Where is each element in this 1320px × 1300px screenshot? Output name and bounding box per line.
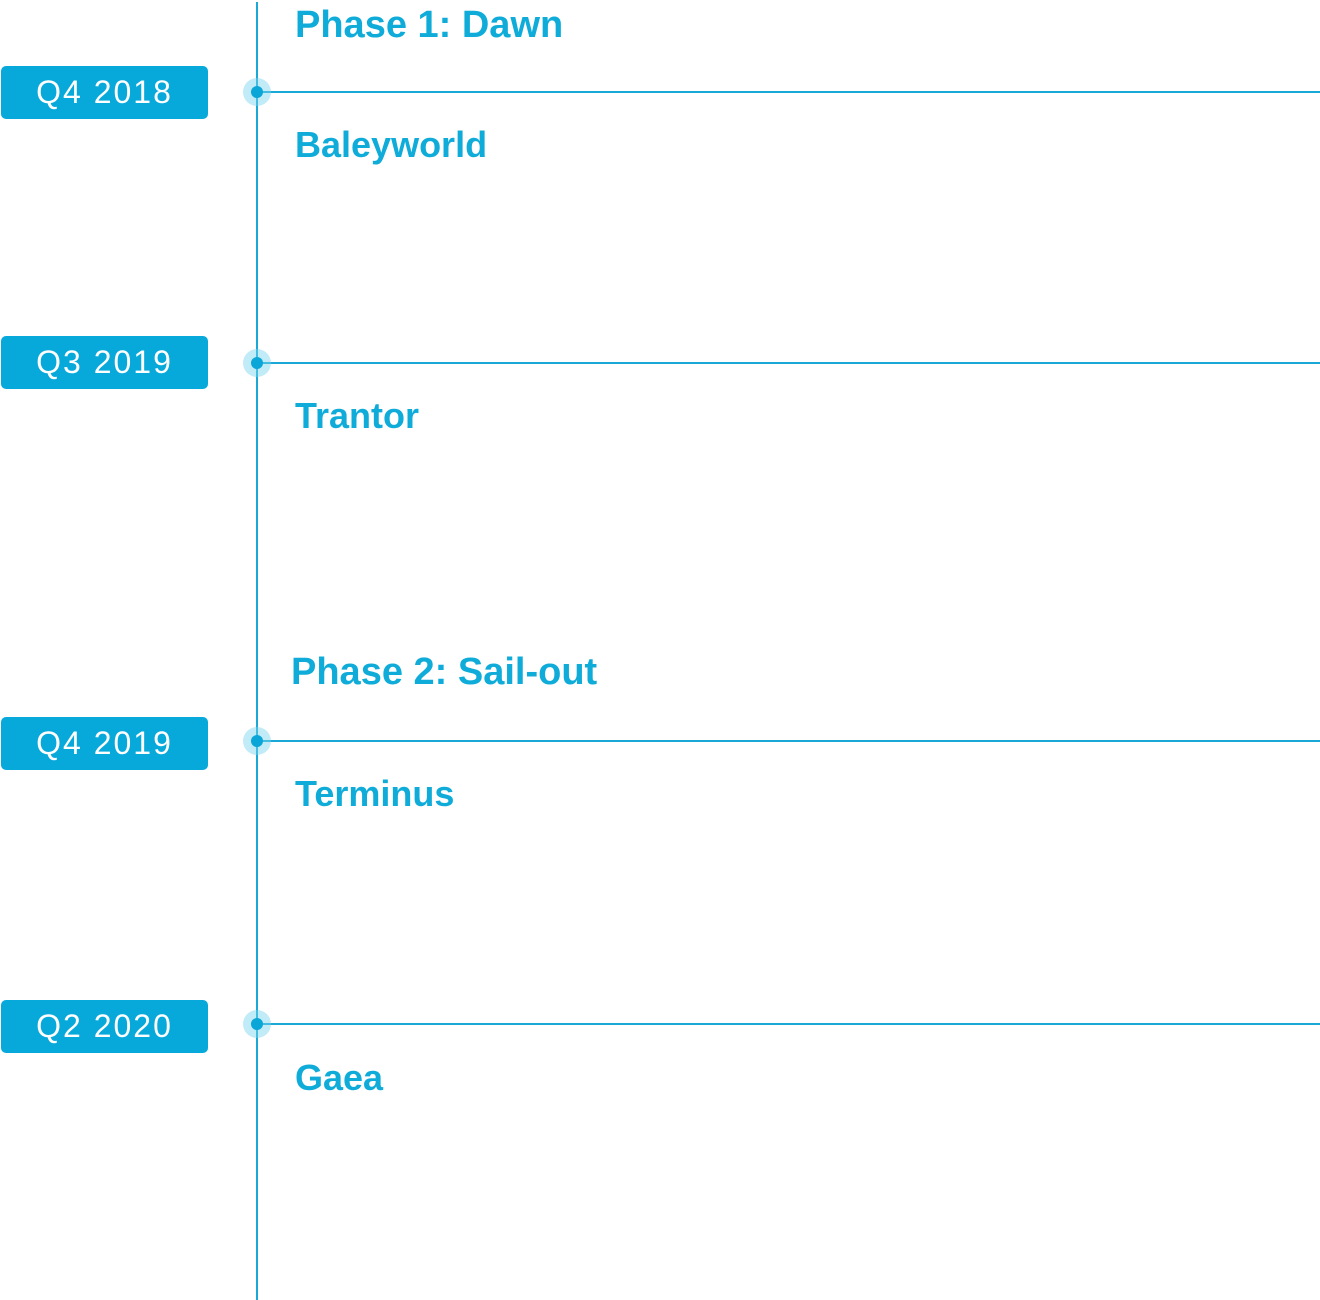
- milestone-date-badge: Q3 2019: [1, 336, 208, 389]
- milestone-date-badge: Q4 2018: [1, 66, 208, 119]
- milestone-name: Baleyworld: [295, 124, 488, 165]
- milestone-name: Gaea: [295, 1057, 384, 1098]
- milestone-connector: [258, 362, 1320, 364]
- milestone-connector: [258, 740, 1320, 742]
- timeline-node-icon: [243, 727, 271, 755]
- phase-heading: Phase 1: Dawn: [295, 4, 564, 46]
- timeline-node-icon: [243, 78, 271, 106]
- milestone-name: Terminus: [295, 773, 455, 814]
- timeline-node-icon: [243, 349, 271, 377]
- node-dot: [251, 735, 263, 747]
- milestone-connector: [258, 91, 1320, 93]
- timeline-node-icon: [243, 1010, 271, 1038]
- node-dot: [251, 1018, 263, 1030]
- phase-heading: Phase 2: Sail-out: [291, 651, 598, 693]
- milestone-date-badge: Q4 2019: [1, 717, 208, 770]
- node-dot: [251, 357, 263, 369]
- node-dot: [251, 86, 263, 98]
- timeline-axis: [256, 2, 258, 1300]
- milestone-date-badge: Q2 2020: [1, 1000, 208, 1053]
- roadmap-timeline: Phase 1: Dawn Q4 2018 Baleyworld Q3 2019…: [0, 0, 1320, 1300]
- milestone-name: Trantor: [295, 395, 420, 436]
- milestone-connector: [258, 1023, 1320, 1025]
